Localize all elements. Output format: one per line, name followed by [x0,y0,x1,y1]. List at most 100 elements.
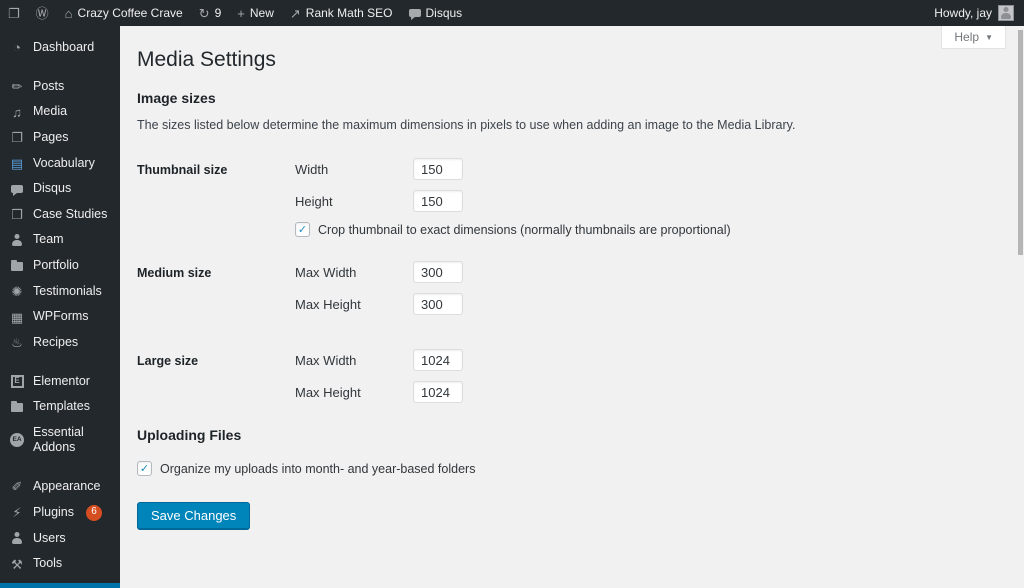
elementor-icon: E [9,374,25,388]
sidebar-item-portfolio[interactable]: Portfolio [0,253,120,279]
organize-uploads-checkbox[interactable]: ✓ [137,461,152,476]
menu-group-content: ✏ Posts ♫ Media ❐ Pages ▤ Vocabulary Dis… [0,74,120,356]
sidebar-item-media[interactable]: ♫ Media [0,99,120,125]
site-name-label: Crazy Coffee Crave [77,6,183,20]
admin-bar-disqus[interactable]: Disqus [401,0,471,26]
case-studies-icon: ❒ [11,207,23,223]
sidebar-item-tools[interactable]: ⚒ Tools [0,551,120,577]
pushpin-icon: ✏ [11,78,23,94]
sidebar-item-elementor[interactable]: E Elementor [0,369,120,395]
app-window-icon: ❐ [8,5,20,21]
avatar [998,5,1014,21]
sidebar-item-templates[interactable]: Templates [0,394,120,420]
home-icon: ⌂ [64,5,73,21]
sidebar-item-case-studies[interactable]: ❒ Case Studies [0,202,120,228]
sidebar-item-vocabulary[interactable]: ▤ Vocabulary [0,151,120,177]
brush-icon: ✐ [11,479,23,495]
sidebar-item-appearance[interactable]: ✐ Appearance [0,474,120,500]
sidebar-item-testimonials[interactable]: ✺ Testimonials [0,279,120,305]
tools-icon: ⚒ [11,556,23,572]
admin-bar-account[interactable]: Howdy, jay [924,0,1024,26]
thumbnail-width-input[interactable] [413,158,463,180]
thumbnail-height-input[interactable] [413,190,463,212]
plugins-update-badge: 6 [86,504,102,521]
thumbnail-size-row: Thumbnail size Width Height ✓ Crop thumb… [137,158,1004,237]
save-changes-button[interactable]: Save Changes [137,502,251,529]
large-max-height-input[interactable] [413,381,463,403]
image-sizes-heading: Image sizes [137,90,216,106]
thumbnail-size-label: Thumbnail size [137,163,228,177]
plus-icon: + [237,5,245,21]
sidebar-item-posts[interactable]: ✏ Posts [0,74,120,100]
sidebar-item-settings-active[interactable] [0,583,120,588]
organize-uploads-option: ✓ Organize my uploads into month- and ye… [137,461,1004,476]
crop-thumbnail-label: Crop thumbnail to exact dimensions (norm… [318,222,731,237]
crop-thumbnail-option: ✓ Crop thumbnail to exact dimensions (no… [295,222,731,237]
large-size-row: Large size Max Width Max Height [137,349,1004,413]
sidebar-item-essential-addons[interactable]: EA Essential Addons [0,420,120,461]
large-max-height-label: Max Height [295,384,361,400]
folder-icon [9,260,25,272]
medium-max-height-label: Max Height [295,296,361,312]
crop-thumbnail-checkbox[interactable]: ✓ [295,222,310,237]
admin-bar-site-name[interactable]: ⌂ Crazy Coffee Crave [57,0,191,26]
organize-uploads-label: Organize my uploads into month- and year… [160,461,476,476]
pages-icon: ❐ [11,130,23,146]
updates-icon: ↻ [198,5,210,21]
sidebar-item-plugins[interactable]: ⚡ Plugins 6 [0,500,120,526]
sidebar-item-team[interactable]: Team [0,227,120,253]
speech-bubble-icon [408,9,421,20]
person-icon [9,234,25,246]
menu-group-dashboard: ◔ Dashboard [0,35,120,61]
speech-bubble-icon [9,184,25,196]
chart-icon: ↗ [289,5,301,21]
sidebar-item-dashboard[interactable]: ◔ Dashboard [0,35,120,61]
admin-bar-rank-math[interactable]: ↗ Rank Math SEO [282,0,401,26]
medium-max-width-input[interactable] [413,261,463,283]
chevron-down-icon: ▼ [985,32,993,42]
form-icon: ▦ [10,309,24,325]
admin-bar-new[interactable]: + New [229,0,282,26]
plug-icon: ⚡ [12,505,22,521]
howdy-label: Howdy, jay [934,6,992,20]
sidebar-item-users[interactable]: Users [0,526,120,552]
award-icon: ✺ [11,283,23,299]
large-size-label: Large size [137,354,199,368]
wordpress-logo-icon: Ⓦ [35,5,49,21]
disqus-label: Disqus [425,6,463,20]
admin-bar-updates[interactable]: ↻ 9 [191,0,230,26]
new-label: New [249,6,274,20]
sidebar-item-pages[interactable]: ❐ Pages [0,125,120,151]
large-max-width-input[interactable] [413,349,463,371]
rank-math-label: Rank Math SEO [305,6,393,20]
image-sizes-description: The sizes listed below determine the max… [137,118,796,132]
thumbnail-height-label: Height [295,193,333,209]
person-icon [1000,7,1012,19]
help-tab[interactable]: Help ▼ [941,26,1006,49]
medium-max-width-label: Max Width [295,264,357,280]
help-label: Help [954,30,980,44]
essential-addons-icon: EA [9,433,25,448]
dashboard-icon: ◔ [13,40,21,56]
thumbnail-width-label: Width [295,161,329,177]
folder-icon [9,401,25,413]
admin-bar: ❐ Ⓦ ⌂ Crazy Coffee Crave ↻ 9 + New ↗ Ran… [0,0,1024,26]
admin-bar-app-window[interactable]: ❐ [0,0,28,26]
medium-size-row: Medium size Max Width Max Height [137,261,1004,325]
sidebar-item-recipes[interactable]: ♨ Recipes [0,330,120,356]
updates-count: 9 [214,6,222,20]
chef-hat-icon: ♨ [11,335,23,351]
uploading-files-heading: Uploading Files [137,427,242,443]
medium-max-height-input[interactable] [413,293,463,315]
admin-sidebar: ◔ Dashboard ✏ Posts ♫ Media ❐ Pages ▤ Vo… [0,26,120,588]
sidebar-item-disqus[interactable]: Disqus [0,176,120,202]
page-title: Media Settings [137,48,276,71]
document-icon: ▤ [10,155,24,171]
admin-bar-wordpress-menu[interactable]: Ⓦ [28,0,57,26]
menu-group-admin: ✐ Appearance ⚡ Plugins 6 Users ⚒ Tools ❧… [0,474,120,588]
menu-group-builders: E Elementor Templates EA Essential Addon… [0,369,120,462]
vertical-scrollbar-thumb[interactable] [1018,30,1023,255]
media-settings-page: Media Settings Image sizes The sizes lis… [120,26,1024,588]
sidebar-item-wpforms[interactable]: ▦ WPForms [0,304,120,330]
wordpress-admin-screen: ❐ Ⓦ ⌂ Crazy Coffee Crave ↻ 9 + New ↗ Ran… [0,0,1024,588]
